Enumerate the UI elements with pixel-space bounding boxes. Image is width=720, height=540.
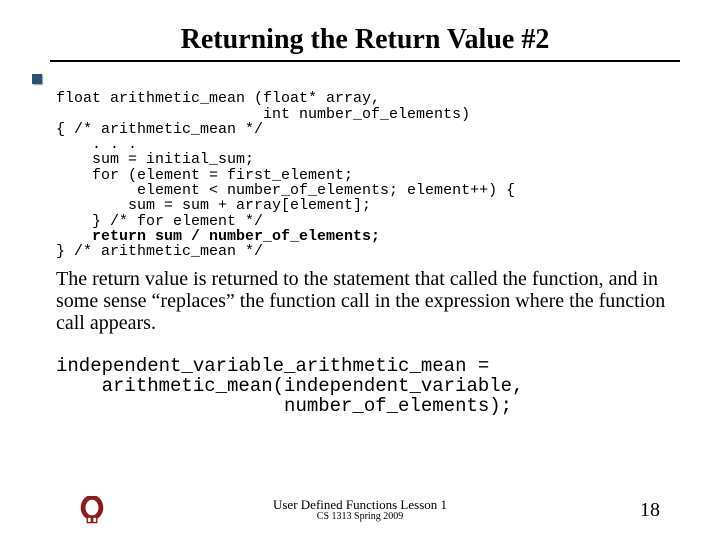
page-number: 18 <box>640 499 660 522</box>
explanation-text: The return value is returned to the stat… <box>56 268 680 335</box>
call-example: independent_variable_arithmetic_mean = a… <box>56 337 680 417</box>
footer-line2: CS 1313 Spring 2009 <box>0 512 720 523</box>
slide-title: Returning the Return Value #2 <box>50 24 680 56</box>
code-block: float arithmetic_mean (float* array, int… <box>56 76 680 260</box>
title-underline <box>50 60 680 62</box>
bullet-icon <box>32 74 42 84</box>
code-line: number_of_elements); <box>56 395 512 417</box>
code-line: arithmetic_mean(independent_variable, <box>56 375 523 397</box>
code-line: independent_variable_arithmetic_mean = <box>56 355 489 377</box>
code-line: } /* arithmetic_mean */ <box>56 243 263 260</box>
slide-footer: User Defined Functions Lesson 1 CS 1313 … <box>0 498 720 522</box>
footer-line1: User Defined Functions Lesson 1 <box>0 498 720 512</box>
